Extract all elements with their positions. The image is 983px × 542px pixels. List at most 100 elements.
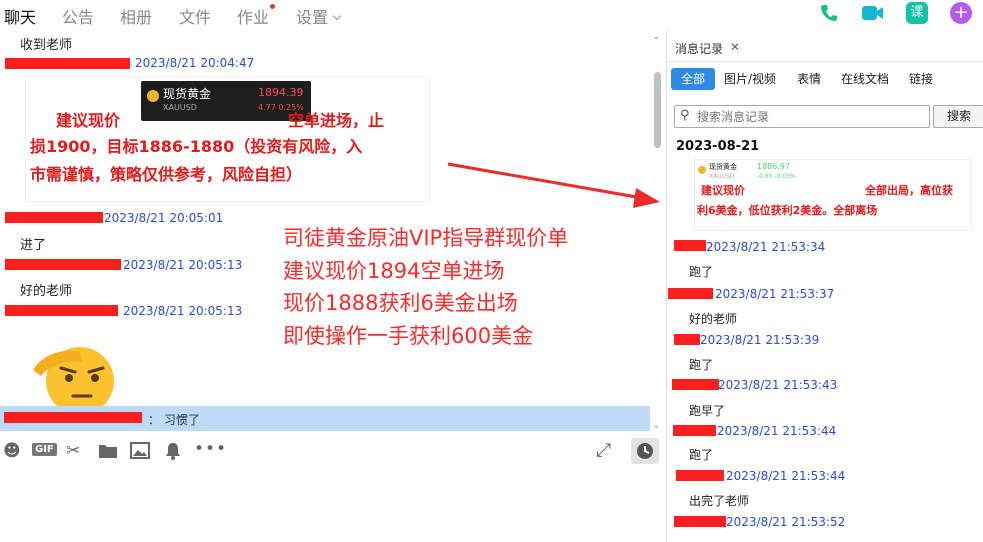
chat-message-text: 好的老师 (20, 284, 73, 299)
history-search-field: ⚲ (674, 105, 930, 128)
signal-line-3: 市需谨慎，策略仅供参考，风险自担） (30, 165, 303, 184)
redacted-username (674, 516, 726, 527)
tab-homework[interactable]: 作业 (237, 4, 276, 28)
signal-line-1b: 全部出局，高位获 (865, 184, 953, 197)
history-timestamp: 2023/8/21 21:53:34 (706, 240, 826, 254)
image-icon[interactable] (130, 442, 150, 459)
gold-ticker: 现货黄金 XAUUSD 1894.39 4.77 0.25% (141, 81, 311, 121)
filter-all[interactable]: 全部 (671, 68, 715, 90)
ticker-symbol: XAUUSD (709, 173, 735, 180)
signal-line-1b: 空单进场，止 (288, 111, 385, 130)
chat-message-text: 进了 (20, 238, 47, 253)
history-message-text: 跑了 (689, 448, 714, 462)
folder-icon[interactable] (98, 443, 118, 459)
history-date-header: 2023-08-21 (676, 139, 760, 154)
redacted-username (5, 305, 118, 316)
panel-divider (666, 30, 667, 542)
filter-stickers[interactable]: 表情 (797, 68, 821, 90)
filter-online-docs[interactable]: 在线文档 (841, 68, 889, 90)
redacted-username (673, 425, 716, 436)
chat-message-text: 收到老师 (20, 38, 73, 53)
scroll-up-arrow-icon[interactable]: ⌃ (652, 36, 660, 47)
history-message-text: 出完了老师 (689, 494, 750, 508)
gif-icon[interactable]: GIF (32, 443, 57, 456)
history-clock-button[interactable] (631, 438, 659, 464)
ticker-price: 1886.97 (757, 162, 791, 171)
redacted-username (668, 288, 713, 299)
redacted-username (5, 58, 130, 69)
more-icon[interactable]: ••• (194, 439, 227, 459)
last-message-bar[interactable]: ： 习惯了 (0, 406, 650, 431)
signal-line-1a: 建议现价 (701, 184, 745, 197)
redacted-username (676, 470, 724, 481)
last-message-text: ： 习惯了 (148, 413, 200, 427)
redacted-username (672, 379, 719, 390)
course-icon[interactable]: 课 (906, 2, 928, 24)
video-call-icon[interactable] (861, 2, 883, 24)
history-timestamp: 2023/8/21 21:53:39 (700, 333, 820, 347)
tab-announcements[interactable]: 公告 (62, 4, 94, 28)
message-timestamp: 2023/8/21 20:05:13 (123, 304, 243, 318)
composer-toolbar: ☻ GIF ✂ ••• ⤢ (0, 438, 660, 464)
filter-media[interactable]: 图片/视频 (724, 68, 776, 90)
unread-dot (270, 4, 276, 9)
close-icon[interactable]: ✕ (730, 40, 740, 54)
plus-icon[interactable]: + (950, 2, 972, 24)
bell-icon[interactable] (165, 442, 181, 460)
gold-ticker: 现货黄金 XAUUSD 1886.97 -0.65 -0.03% (695, 160, 797, 184)
search-button[interactable]: 搜索 (933, 105, 983, 128)
redacted-username (5, 259, 121, 270)
overlay-caption-line: 建议现价1894空单进场 (283, 259, 505, 283)
ticker-name: 现货黄金 (709, 163, 737, 171)
history-message-text: 跑早了 (689, 404, 726, 418)
overlay-caption-line: 司徒黄金原油VIP指导群现价单 (283, 226, 569, 250)
history-message-text: 好的老师 (689, 312, 738, 326)
signal-line-1a: 建议现价 (56, 111, 121, 130)
salute-emoji-icon (33, 347, 114, 414)
tab-albums[interactable]: 相册 (120, 4, 152, 28)
filter-links[interactable]: 链接 (909, 68, 933, 90)
tab-homework-label: 作业 (237, 8, 270, 27)
scissors-icon[interactable]: ✂ (66, 441, 80, 461)
ticker-symbol: XAUUSD (163, 103, 197, 112)
history-timestamp: 2023/8/21 21:53:44 (726, 469, 846, 483)
message-timestamp: 2023/8/21 20:05:01 (104, 211, 224, 225)
clock-icon (637, 443, 653, 459)
tab-chat[interactable]: 聊天 (4, 4, 36, 28)
history-signal-card[interactable]: 现货黄金 XAUUSD 1886.97 -0.65 -0.03% 建议现价 全部… (694, 159, 972, 231)
expand-icon[interactable]: ⤢ (596, 439, 611, 461)
message-timestamp: 2023/8/21 20:04:47 (135, 56, 255, 70)
history-timestamp: 2023/8/21 21:53:43 (718, 378, 838, 392)
overlay-caption-line: 即使操作一手获利600美金 (283, 324, 534, 348)
signal-line-2: 损1900，目标1886-1880（投资有风险，入 (30, 137, 363, 156)
phone-call-icon[interactable] (818, 2, 840, 24)
trade-signal-card[interactable]: 现货黄金 XAUUSD 1894.39 4.77 0.25% 建议现价 空单进场… (25, 76, 430, 202)
history-search-input[interactable] (697, 108, 922, 125)
emoji-icon[interactable]: ☻ (3, 441, 21, 461)
redacted-username (5, 212, 103, 223)
history-message-text: 跑了 (689, 265, 714, 279)
panel-header-divider (667, 61, 983, 62)
tab-settings[interactable]: 设置 (296, 4, 342, 28)
history-message-text: 跑了 (689, 358, 714, 372)
search-icon: ⚲ (680, 108, 690, 123)
redacted-username (674, 240, 706, 251)
chevron-down-icon (332, 11, 342, 21)
chat-scrollbar-thumb[interactable] (654, 72, 661, 148)
gold-coin-icon (147, 90, 159, 102)
tab-settings-label: 设置 (296, 8, 329, 27)
message-history-tab[interactable]: 消息记录 (675, 40, 723, 57)
signal-line-2: 利6美金，低位获利2美金。全部离场 (697, 204, 878, 217)
redacted-username (4, 412, 142, 423)
scroll-down-arrow-icon[interactable]: ⌄ (652, 420, 660, 431)
redacted-username (674, 334, 700, 345)
chat-messages: 收到老师 2023/8/21 20:04:47 现货黄金 XAUUSD 1894… (0, 34, 666, 414)
ticker-name: 现货黄金 (163, 87, 212, 101)
overlay-caption-line: 现价1888获利6美金出场 (283, 291, 518, 315)
history-timestamp: 2023/8/21 21:53:44 (717, 424, 837, 438)
gold-coin-icon (698, 166, 706, 174)
tab-files[interactable]: 文件 (179, 4, 211, 28)
ticker-price: 1894.39 (258, 86, 304, 99)
history-timestamp: 2023/8/21 21:53:37 (715, 287, 835, 301)
top-nav: 聊天 公告 相册 文件 作业 设置 课 + (0, 0, 983, 30)
